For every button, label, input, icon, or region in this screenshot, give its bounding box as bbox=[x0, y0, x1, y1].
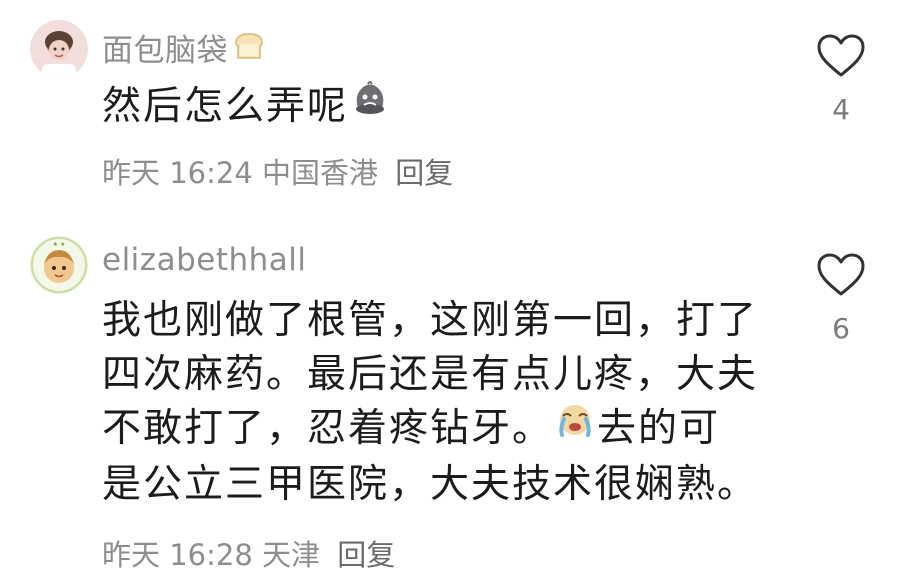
like-button[interactable]: 6 bbox=[812, 252, 870, 345]
comment-list: 面包脑袋 然后怎么弄呢 昨天 16:24 中国香港 回复 4 ★ ★ eliza… bbox=[0, 0, 906, 580]
comment-content: 我也刚做了根管，这刚第一回，打了 四次麻药。最后还是有点儿疼，大夫 不敢打了，忍… bbox=[102, 294, 758, 512]
heart-icon bbox=[817, 253, 865, 296]
comment-username[interactable]: elizabethhall bbox=[102, 242, 307, 278]
avatar-image: ★ ★ bbox=[30, 236, 88, 294]
comment-text-segment: 去的可 bbox=[597, 406, 721, 451]
crying-face-icon bbox=[555, 400, 595, 455]
comment-text-line-3: 不敢打了，忍着疼钻牙。 去的可 bbox=[102, 402, 758, 458]
reply-button[interactable]: 回复 bbox=[337, 538, 395, 572]
comment-item: ★ ★ elizabethhall 我也刚做了根管，这刚第一回，打了 四次麻药。… bbox=[0, 0, 906, 580]
avatar[interactable]: ★ ★ bbox=[30, 236, 88, 294]
svg-text:★ ★: ★ ★ bbox=[53, 241, 66, 248]
comment-text-line: 我也刚做了根管，这刚第一回，打了 bbox=[102, 298, 759, 343]
comment-text-line: 四次麻药。最后还是有点儿疼，大夫 bbox=[102, 352, 759, 397]
comment-location: 天津 bbox=[262, 538, 321, 572]
username-text: elizabethhall bbox=[102, 242, 307, 278]
comment-text-line: 是公立三甲医院，大夫技术很娴熟。 bbox=[102, 462, 759, 507]
comment-meta: 昨天 16:28 天津 回复 bbox=[102, 532, 395, 574]
like-count: 6 bbox=[832, 312, 850, 345]
comment-time: 昨天 16:28 bbox=[102, 538, 253, 572]
comment-text-segment: 不敢打了，忍着疼钻牙。 bbox=[102, 406, 554, 451]
